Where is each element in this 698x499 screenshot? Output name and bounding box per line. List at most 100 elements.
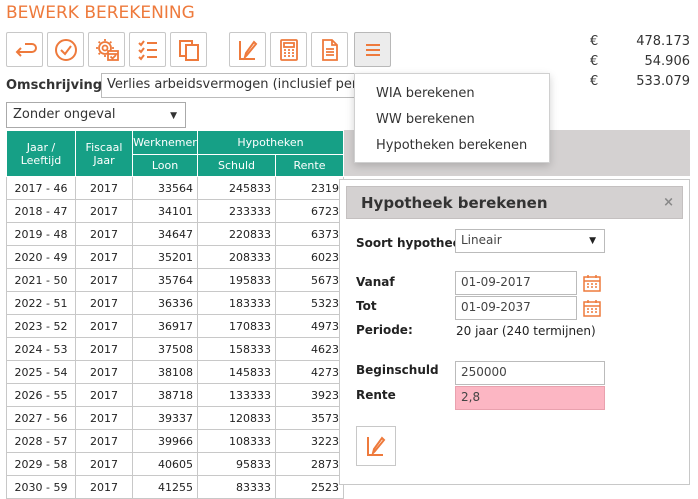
cell-jaar: 2027 - 56 — [6, 406, 76, 430]
cell-fiscaal: 2017 — [75, 176, 133, 200]
cell-rente: 2873 — [275, 452, 344, 476]
total-row: € 533.079 — [590, 73, 690, 93]
cell-loon: 38718 — [132, 383, 198, 407]
soort-hypotheek-label: Soort hypotheek — [356, 236, 469, 250]
cell-rente: 4973 — [275, 314, 344, 338]
cell-jaar: 2021 - 50 — [6, 268, 76, 292]
rente-label: Rente — [356, 388, 396, 402]
menu-button[interactable] — [354, 32, 391, 67]
table-row: 2023 - 52 2017 36917 170833 4973 — [6, 314, 344, 338]
actions-dropdown-menu: WIA berekenen WW berekenen Hypotheken be… — [354, 73, 550, 163]
total-amount: 533.079 — [636, 74, 690, 89]
cell-loon: 35764 — [132, 268, 198, 292]
table-row: 2029 - 58 2017 40605 95833 2873 — [6, 452, 344, 476]
cell-fiscaal: 2017 — [75, 291, 133, 315]
cell-jaar: 2023 - 52 — [6, 314, 76, 338]
cell-loon: 36917 — [132, 314, 198, 338]
calendar-icon[interactable] — [582, 273, 602, 293]
cell-rente: 4273 — [275, 360, 344, 384]
cell-rente: 2319 — [275, 176, 344, 200]
cell-fiscaal: 2017 — [75, 314, 133, 338]
cell-schuld: 183333 — [197, 291, 276, 315]
settings-button[interactable] — [88, 32, 125, 67]
table-row: 2027 - 56 2017 39337 120833 3573 — [6, 406, 344, 430]
cell-rente: 6023 — [275, 245, 344, 269]
cell-rente: 3223 — [275, 429, 344, 453]
rente-input[interactable]: 2,8 — [455, 386, 605, 410]
ongeval-selected-value: Zonder ongeval — [13, 107, 116, 122]
beginschuld-label: Beginschuld — [356, 363, 439, 377]
col-header-werknemer: Werknemer — [132, 130, 198, 155]
gear-calendar-icon — [95, 38, 119, 61]
menu-item-wia[interactable]: WIA berekenen — [355, 82, 549, 108]
cell-jaar: 2024 - 53 — [6, 337, 76, 361]
cell-schuld: 145833 — [197, 360, 276, 384]
cell-loon: 34101 — [132, 199, 198, 223]
cell-schuld: 170833 — [197, 314, 276, 338]
cell-fiscaal: 2017 — [75, 475, 133, 499]
chevron-down-icon: ▼ — [170, 111, 177, 121]
soort-hypotheek-value: Lineair — [461, 233, 502, 247]
document-icon — [321, 38, 338, 61]
cell-jaar: 2017 - 46 — [6, 176, 76, 200]
cell-jaar: 2026 - 55 — [6, 383, 76, 407]
cell-rente: 4623 — [275, 337, 344, 361]
table-row: 2021 - 50 2017 35764 195833 5673 — [6, 268, 344, 292]
omschrijving-label: Omschrijving — [6, 78, 103, 93]
currency-symbol: € — [590, 54, 599, 69]
confirm-button[interactable] — [47, 32, 84, 67]
col-header-loon: Loon — [132, 154, 198, 177]
copy-button[interactable] — [170, 32, 207, 67]
currency-symbol: € — [590, 74, 599, 89]
check-circle-icon — [54, 38, 77, 61]
cell-rente: 6723 — [275, 199, 344, 223]
cell-schuld: 233333 — [197, 199, 276, 223]
col-header-schuld: Schuld — [197, 154, 276, 177]
cell-fiscaal: 2017 — [75, 360, 133, 384]
cell-loon: 34647 — [132, 222, 198, 246]
tot-input[interactable]: 01-09-2037 — [455, 296, 577, 320]
menu-item-ww[interactable]: WW berekenen — [355, 108, 549, 134]
cell-fiscaal: 2017 — [75, 452, 133, 476]
table-row: 2022 - 51 2017 36336 183333 5323 — [6, 291, 344, 315]
table-row: 2017 - 46 2017 33564 245833 2319 — [6, 176, 344, 200]
total-amount: 54.906 — [644, 54, 691, 69]
pencil-doc-icon — [238, 39, 257, 60]
cell-loon: 33564 — [132, 176, 198, 200]
table-row: 2018 - 47 2017 34101 233333 6723 — [6, 199, 344, 223]
cell-rente: 2523 — [275, 475, 344, 499]
beginschuld-input[interactable]: 250000 — [455, 361, 605, 385]
edit-button[interactable] — [229, 32, 266, 67]
calculator-button[interactable] — [270, 32, 307, 67]
copy-icon — [178, 39, 199, 61]
cell-fiscaal: 2017 — [75, 199, 133, 223]
menu-item-hypotheken[interactable]: Hypotheken berekenen — [355, 134, 549, 160]
col-header-hypotheken: Hypotheken — [197, 130, 344, 155]
checklist-button[interactable] — [129, 32, 166, 67]
checklist-icon — [137, 39, 157, 61]
cell-loon: 39966 — [132, 429, 198, 453]
cell-fiscaal: 2017 — [75, 406, 133, 430]
ongeval-select[interactable]: Zonder ongeval ▼ — [6, 102, 186, 128]
close-icon[interactable]: × — [663, 195, 674, 210]
col-header-jaar: Jaar / Leeftijd — [6, 130, 76, 177]
cell-rente: 5323 — [275, 291, 344, 315]
hamburger-icon — [365, 43, 380, 56]
panel-title: Hypotheek berekenen — [361, 194, 548, 212]
soort-hypotheek-select[interactable]: Lineair ▼ — [455, 229, 605, 253]
cell-fiscaal: 2017 — [75, 268, 133, 292]
calendar-icon[interactable] — [582, 298, 602, 318]
hypotheek-panel: Hypotheek berekenen × Soort hypotheek Li… — [339, 179, 690, 485]
table-row: 2025 - 54 2017 38108 145833 4273 — [6, 360, 344, 384]
cell-jaar: 2018 - 47 — [6, 199, 76, 223]
cell-schuld: 245833 — [197, 176, 276, 200]
back-button[interactable] — [6, 32, 43, 67]
page-title: BEWERK BEREKENING — [6, 3, 195, 23]
document-button[interactable] — [311, 32, 348, 67]
table-row: 2024 - 53 2017 37508 158333 4623 — [6, 337, 344, 361]
cell-loon: 35201 — [132, 245, 198, 269]
cell-schuld: 158333 — [197, 337, 276, 361]
totals-summary: € 478.173 € 54.906 € 533.079 — [590, 33, 690, 93]
calculate-button[interactable] — [356, 426, 396, 466]
vanaf-input[interactable]: 01-09-2017 — [455, 271, 577, 295]
